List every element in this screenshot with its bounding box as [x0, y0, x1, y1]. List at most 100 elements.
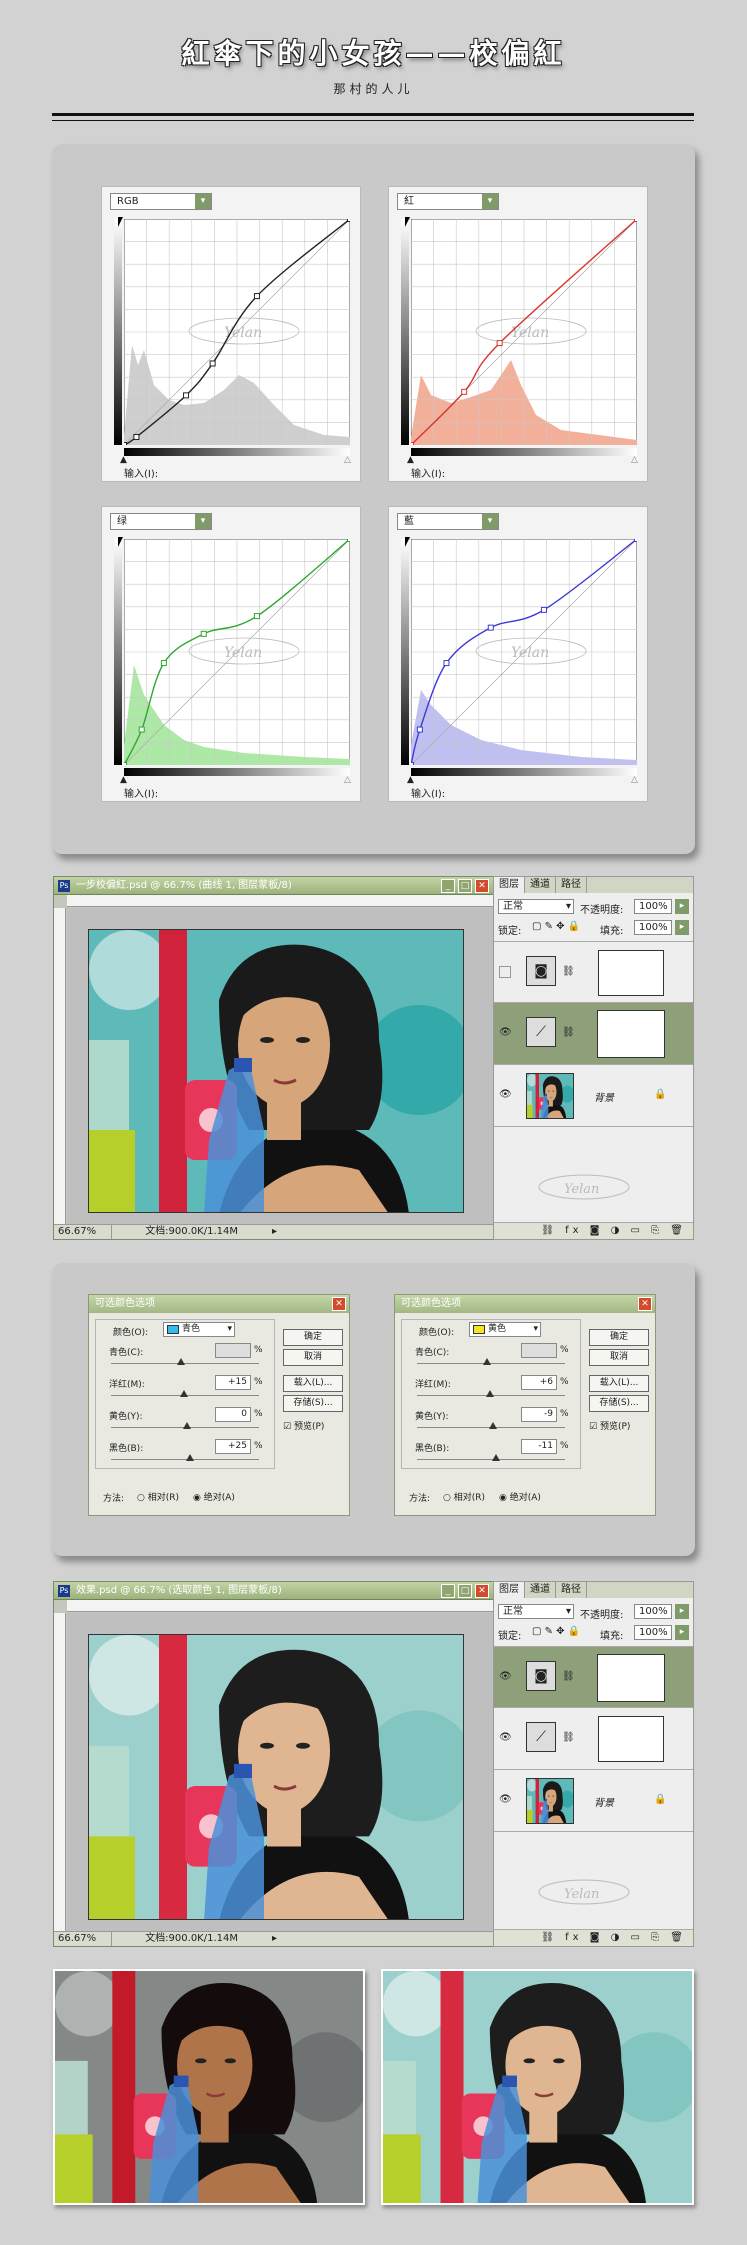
- channel-select[interactable]: 藍 ▾: [397, 513, 499, 530]
- window-titlebar[interactable]: Ps 效果.psd @ 66.7% (选取颜色 1, 图层蒙板/8) _ □ ✕: [54, 1582, 493, 1600]
- curve-graph[interactable]: Yelan: [408, 536, 640, 768]
- fill-arrow-button[interactable]: ▸: [675, 920, 689, 935]
- slider-thumb[interactable]: [180, 1390, 188, 1397]
- selective-color-dialog[interactable]: 可选颜色选项 ✕ 颜色(O): 青色 ▾ 青色(C): % 洋红(M): +15 %…: [88, 1294, 350, 1516]
- slider-track[interactable]: [417, 1459, 565, 1460]
- lock-icons[interactable]: ▢ ✎ ✥ 🔒: [532, 1626, 580, 1637]
- layer-mask-thumb[interactable]: [598, 1716, 664, 1762]
- black-point-slider[interactable]: ▲: [120, 455, 127, 465]
- fill-arrow-button[interactable]: ▸: [675, 1625, 689, 1640]
- zoom-level[interactable]: 66.67%: [54, 1932, 112, 1946]
- field-value-input[interactable]: +25: [215, 1439, 251, 1454]
- layer-row-adjustment-hidden[interactable]: ◙ ⛓: [494, 941, 693, 1003]
- radio-absolute[interactable]: ◉ 绝对(A): [193, 1490, 235, 1503]
- field-value-input[interactable]: 0: [215, 1407, 251, 1422]
- channel-select[interactable]: 紅 ▾: [397, 193, 499, 210]
- field-value-input[interactable]: +15: [215, 1375, 251, 1390]
- field-value-input[interactable]: [521, 1343, 557, 1358]
- curve-graph[interactable]: Yelan: [121, 536, 353, 768]
- horizontal-ruler[interactable]: [67, 1600, 493, 1612]
- lock-icons[interactable]: ▢ ✎ ✥ 🔒: [532, 921, 580, 932]
- layer-row-curves[interactable]: 👁 ⟋ ⛓: [494, 1708, 693, 1770]
- dialog-titlebar[interactable]: 可选颜色选项 ✕: [395, 1295, 655, 1313]
- black-point-slider[interactable]: ▲: [407, 455, 414, 465]
- channel-select[interactable]: RGB ▾: [110, 193, 212, 210]
- layer-row-selective-color[interactable]: 👁 ◙ ⛓: [494, 1646, 693, 1708]
- maximize-button[interactable]: □: [458, 1584, 472, 1598]
- cancel-button[interactable]: 取消: [283, 1349, 343, 1366]
- slider-thumb[interactable]: [183, 1422, 191, 1429]
- photo-canvas[interactable]: [88, 929, 464, 1213]
- radio-relative[interactable]: ○ 相对(R): [137, 1490, 179, 1503]
- field-value-input[interactable]: +6: [521, 1375, 557, 1390]
- layers-bottom-toolbar[interactable]: ⛓ fx ◙ ◑ ▭ ⎘ 🗑: [494, 1222, 693, 1239]
- visibility-toggle[interactable]: [499, 966, 511, 978]
- layer-mask-thumb[interactable]: [597, 1654, 665, 1702]
- layer-row-curves[interactable]: 👁 ⟋ ⛓: [494, 1003, 693, 1065]
- curve-editor-2[interactable]: 紅 ▾ Yelan ▲ △ 输入(I):: [388, 186, 648, 482]
- dialog-titlebar[interactable]: 可选颜色选项 ✕: [89, 1295, 349, 1313]
- horizontal-ruler[interactable]: [67, 895, 493, 907]
- black-point-slider[interactable]: ▲: [120, 775, 127, 785]
- tab-layers[interactable]: 图层: [494, 877, 525, 893]
- close-button[interactable]: ✕: [475, 879, 489, 893]
- slider-track[interactable]: [111, 1459, 259, 1460]
- slider-track[interactable]: [111, 1363, 259, 1364]
- vertical-ruler[interactable]: [54, 908, 66, 1224]
- zoom-level[interactable]: 66.67%: [54, 1225, 112, 1239]
- eye-icon[interactable]: 👁: [499, 1089, 512, 1101]
- save-button[interactable]: 存储(S)...: [589, 1395, 649, 1412]
- status-arrow-icon[interactable]: ▸: [272, 1932, 277, 1946]
- photo-canvas[interactable]: [88, 1634, 464, 1920]
- radio-relative[interactable]: ○ 相对(R): [443, 1490, 485, 1503]
- white-point-slider[interactable]: △: [344, 775, 351, 785]
- layer-name[interactable]: 背景: [594, 1794, 614, 1809]
- color-select[interactable]: 青色 ▾: [163, 1322, 235, 1337]
- slider-thumb[interactable]: [489, 1422, 497, 1429]
- tab-channels[interactable]: 通道: [525, 1582, 556, 1598]
- slider-thumb[interactable]: [483, 1358, 491, 1365]
- white-point-slider[interactable]: △: [631, 775, 638, 785]
- slider-thumb[interactable]: [486, 1390, 494, 1397]
- close-button[interactable]: ✕: [332, 1297, 346, 1311]
- load-button[interactable]: 载入(L)...: [589, 1375, 649, 1392]
- slider-thumb[interactable]: [186, 1454, 194, 1461]
- tab-channels[interactable]: 通道: [525, 877, 556, 893]
- black-point-slider[interactable]: ▲: [407, 775, 414, 785]
- blend-mode-select[interactable]: 正常 ▾: [498, 1604, 574, 1619]
- radio-absolute[interactable]: ◉ 绝对(A): [499, 1490, 541, 1503]
- fill-input[interactable]: 100%: [634, 1625, 672, 1640]
- selective-color-dialog[interactable]: 可选颜色选项 ✕ 颜色(O): 黄色 ▾ 青色(C): % 洋红(M): +6 % …: [394, 1294, 656, 1516]
- eye-icon[interactable]: 👁: [499, 1027, 512, 1039]
- vertical-ruler[interactable]: [54, 1613, 66, 1931]
- ok-button[interactable]: 确定: [283, 1329, 343, 1346]
- white-point-slider[interactable]: △: [631, 455, 638, 465]
- layer-mask-thumb[interactable]: [597, 1010, 665, 1058]
- layer-row-background[interactable]: 👁 背景 🔒: [494, 1065, 693, 1127]
- layer-row-background[interactable]: 👁 背景 🔒: [494, 1770, 693, 1832]
- minimize-button[interactable]: _: [441, 879, 455, 893]
- curve-editor-3[interactable]: 绿 ▾ Yelan ▲ △ 输入(I):: [101, 506, 361, 802]
- cancel-button[interactable]: 取消: [589, 1349, 649, 1366]
- preview-checkbox[interactable]: ☑ 预览(P): [283, 1419, 324, 1432]
- layer-mask-thumb[interactable]: [598, 950, 664, 996]
- blend-mode-select[interactable]: 正常 ▾: [498, 899, 574, 914]
- load-button[interactable]: 载入(L)...: [283, 1375, 343, 1392]
- tab-paths[interactable]: 路径: [556, 1582, 587, 1598]
- eye-icon[interactable]: 👁: [499, 1732, 512, 1744]
- status-arrow-icon[interactable]: ▸: [272, 1225, 277, 1239]
- opacity-arrow-button[interactable]: ▸: [675, 899, 689, 914]
- close-button[interactable]: ✕: [475, 1584, 489, 1598]
- ok-button[interactable]: 确定: [589, 1329, 649, 1346]
- fill-input[interactable]: 100%: [634, 920, 672, 935]
- minimize-button[interactable]: _: [441, 1584, 455, 1598]
- color-select[interactable]: 黄色 ▾: [469, 1322, 541, 1337]
- layer-name[interactable]: 背景: [594, 1089, 614, 1104]
- field-value-input[interactable]: [215, 1343, 251, 1358]
- opacity-input[interactable]: 100%: [634, 1604, 672, 1619]
- eye-icon[interactable]: 👁: [499, 1794, 512, 1806]
- eye-icon[interactable]: 👁: [499, 1671, 512, 1683]
- ps-document-window-2[interactable]: Ps 效果.psd @ 66.7% (选取颜色 1, 图层蒙板/8) _ □ ✕…: [53, 1581, 494, 1947]
- tab-layers[interactable]: 图层: [494, 1582, 525, 1598]
- curve-editor-1[interactable]: RGB ▾ Yelan ▲ △ 输入(I):: [101, 186, 361, 482]
